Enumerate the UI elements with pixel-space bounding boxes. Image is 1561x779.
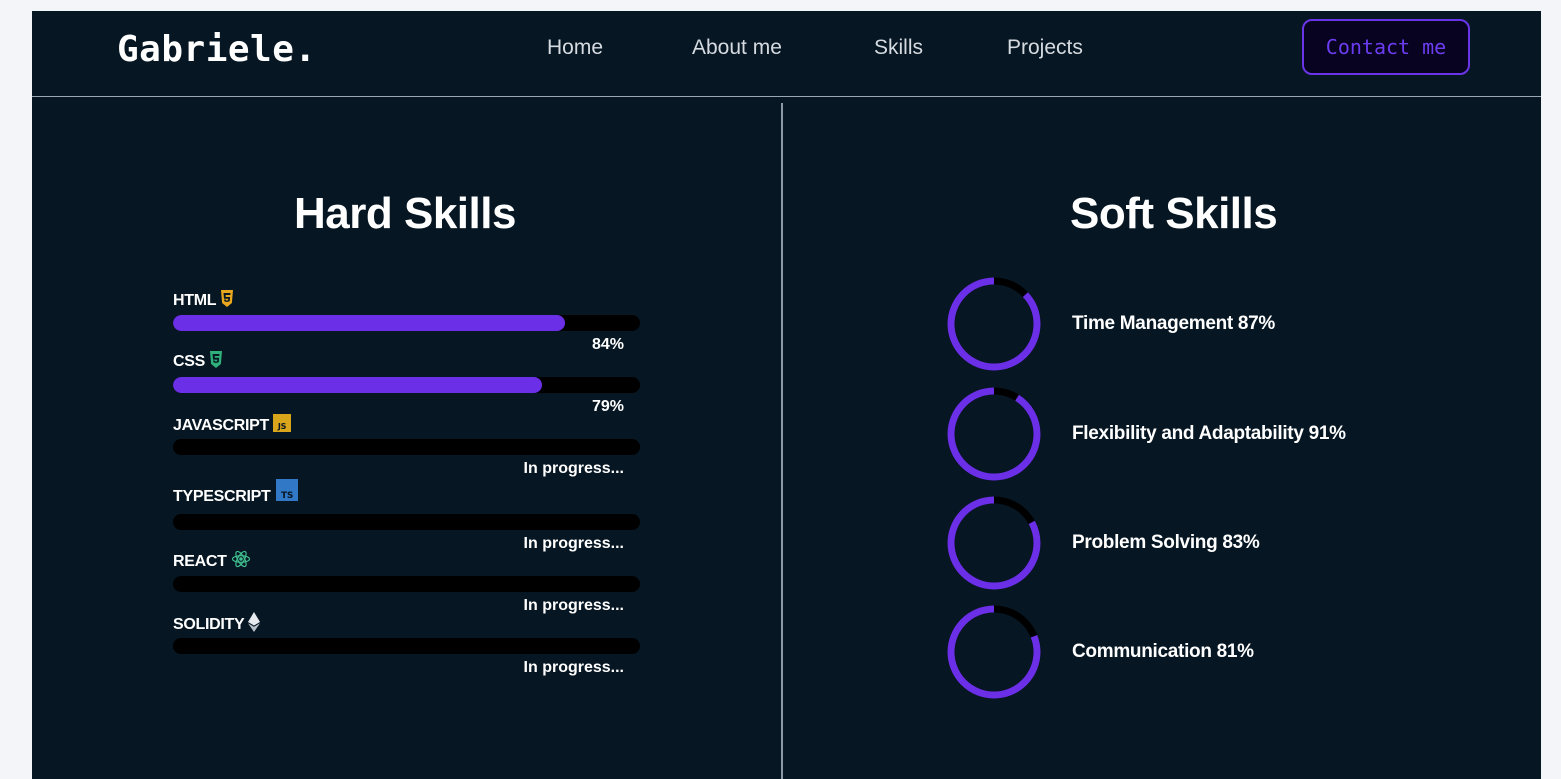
nav-link-projects[interactable]: Projects (1007, 36, 1083, 60)
soft-skill-time-management: Time Management 87% (1072, 313, 1276, 334)
progress-value-css: 79% (591, 398, 624, 415)
contact-me-button[interactable]: Contact me (1302, 19, 1470, 75)
skill-label-typescript: TYPESCRIPT TS (173, 478, 299, 506)
brand-logo[interactable]: Gabriele. (117, 29, 317, 70)
navbar: Gabriele. Home About me Skills Projects … (32, 11, 1541, 97)
skill-label-solidity: SOLIDITY (173, 612, 261, 637)
progress-bar-typescript (173, 514, 640, 530)
progress-ring-communication (947, 605, 1041, 699)
progress-value-react: In progress... (523, 597, 624, 614)
progress-value-typescript: In progress... (523, 535, 624, 552)
skill-name: TYPESCRIPT (173, 488, 271, 505)
progress-bar-html (173, 315, 640, 331)
ring-arc (947, 387, 1041, 481)
soft-skill-communication: Communication 81% (1072, 641, 1254, 662)
nav-link-skills[interactable]: Skills (874, 36, 923, 60)
ethereum-icon (248, 612, 261, 637)
soft-skill-problem-solving: Problem Solving 83% (1072, 532, 1260, 553)
svg-text:JS: JS (277, 422, 287, 431)
svg-text:TS: TS (281, 491, 293, 501)
progress-ring-flexibility (947, 387, 1041, 481)
skill-name: REACT (173, 552, 227, 570)
typescript-icon: TS (276, 478, 299, 506)
progress-ring-problem-solving (947, 496, 1041, 590)
progress-bar-react (173, 576, 640, 592)
skill-label-react: REACT (173, 549, 251, 574)
progress-ring-time-management (947, 277, 1041, 371)
progress-value-solidity: In progress... (523, 659, 624, 676)
nav-link-about-me[interactable]: About me (692, 36, 782, 60)
progress-bar-javascript (173, 439, 640, 455)
section-divider (781, 103, 783, 779)
progress-bar-css (173, 377, 640, 393)
soft-skills-title: Soft Skills (1070, 189, 1278, 238)
javascript-icon: JS (272, 414, 291, 437)
css3-icon (209, 351, 223, 373)
progress-value-html: 84% (591, 336, 624, 353)
react-icon (231, 549, 251, 574)
skill-name: HTML (173, 292, 217, 309)
progress-fill-css (173, 377, 542, 393)
progress-bar-solidity (173, 638, 640, 654)
skill-name: CSS (173, 353, 205, 370)
skill-name: JAVASCRIPT (173, 416, 269, 434)
soft-skill-flexibility: Flexibility and Adaptability 91% (1072, 423, 1346, 444)
progress-value-javascript: In progress... (523, 460, 624, 477)
nav-link-home[interactable]: Home (547, 36, 603, 60)
html5-icon (220, 290, 234, 312)
skill-label-html: HTML (173, 290, 234, 312)
progress-fill-html (173, 315, 566, 331)
hard-skills-title: Hard Skills (294, 189, 516, 238)
skill-name: SOLIDITY (173, 615, 245, 633)
skill-label-css: CSS (173, 351, 223, 373)
page-frame: Gabriele. Home About me Skills Projects … (32, 11, 1541, 779)
skill-label-javascript: JAVASCRIPT JS (173, 414, 291, 437)
